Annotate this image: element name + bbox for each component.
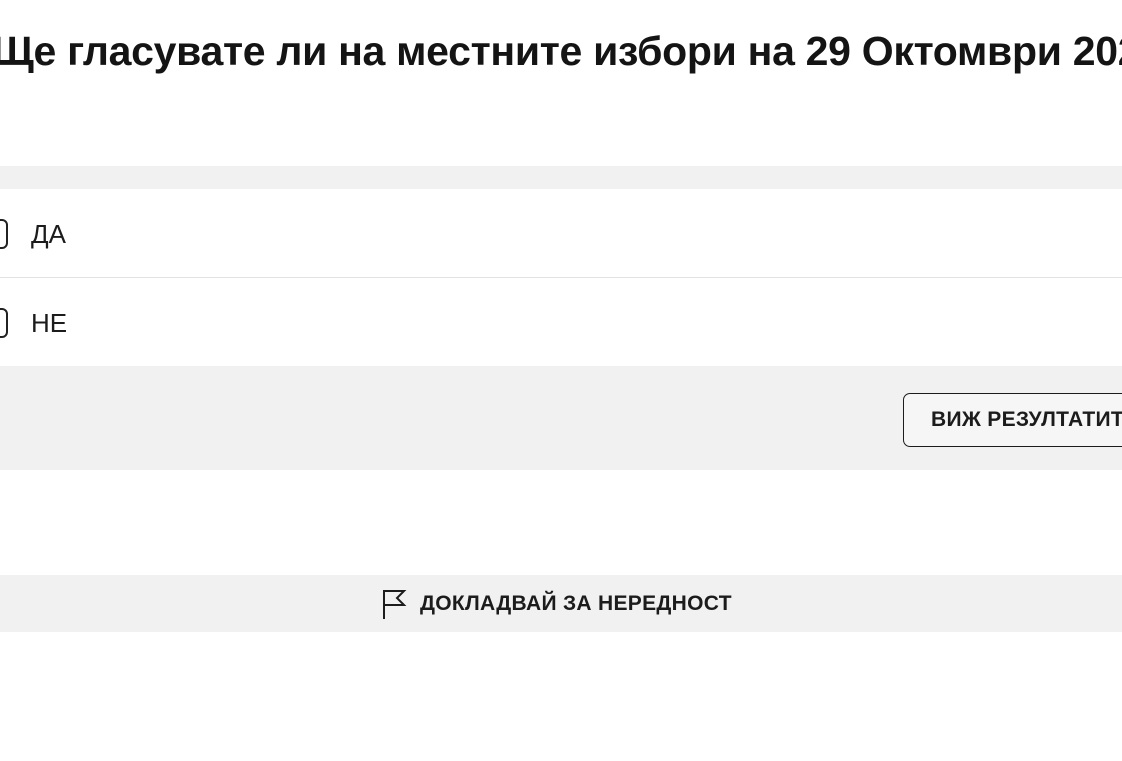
option-label-no: НЕ [31,308,68,338]
report-irregularity-content: ДОКЛАДВАЙ ЗА НЕРЕДНОСТ [381,588,732,620]
checkbox-no[interactable] [0,308,8,338]
checkbox-yes[interactable] [0,219,8,249]
poll-box: ДА НЕ ВИЖ РЕЗУЛТАТИТЕ [0,166,1122,470]
report-irregularity-label: ДОКЛАДВАЙ ЗА НЕРЕДНОСТ [420,592,732,615]
poll-options: ДА НЕ [0,189,1122,366]
report-irregularity-button[interactable]: ДОКЛАДВАЙ ЗА НЕРЕДНОСТ [0,575,1122,632]
poll-option-yes[interactable]: ДА [0,189,1122,278]
poll-option-no[interactable]: НЕ [0,278,1122,366]
poll-page: Ще гласувате ли на местните избори на 29… [0,0,1122,761]
view-results-button[interactable]: ВИЖ РЕЗУЛТАТИТЕ [903,393,1122,447]
option-label-yes: ДА [31,219,66,249]
poll-title: Ще гласувате ли на местните избори на 29… [0,28,1122,74]
flag-icon [383,590,407,619]
